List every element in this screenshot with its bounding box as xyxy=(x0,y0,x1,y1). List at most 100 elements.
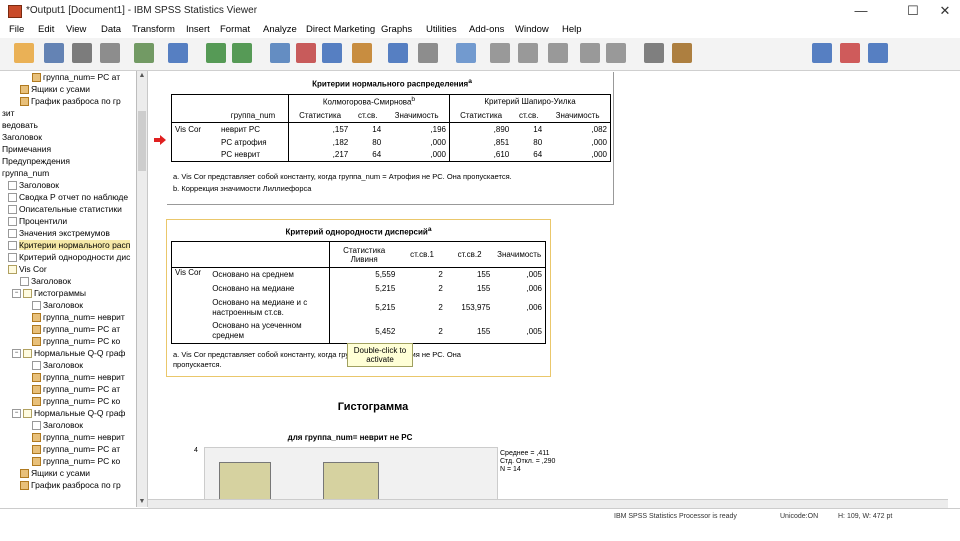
show-all-icon[interactable] xyxy=(388,43,408,63)
tree-item[interactable]: Заголовок xyxy=(20,275,71,287)
menu-5[interactable]: Insert xyxy=(186,24,210,35)
expand-icon[interactable] xyxy=(580,43,600,63)
tree-item[interactable]: Примечания xyxy=(2,143,51,155)
stop-icon[interactable] xyxy=(490,43,510,63)
menu-12[interactable]: Window xyxy=(515,24,549,35)
histogram-chart[interactable]: для группа_num= неврит не PC 4 Среднее =… xyxy=(194,433,650,507)
redo-icon[interactable] xyxy=(232,43,252,63)
show-icon[interactable] xyxy=(644,43,664,63)
outline-pane[interactable]: группа_num= PC ат Ящики с усами График раз… xyxy=(0,71,137,507)
scroll-up-icon[interactable]: ▲ xyxy=(137,71,147,81)
table-cell: 80 xyxy=(372,137,382,147)
tree-item[interactable]: группа_num= PC ат xyxy=(32,443,120,455)
menu-6[interactable]: Format xyxy=(220,24,250,35)
outline-scrollbar[interactable]: ▲ ▼ xyxy=(137,71,148,507)
minimize-button[interactable]: — xyxy=(844,2,878,20)
tree-item[interactable]: группа_num= PC ко xyxy=(32,335,120,347)
tree-item[interactable]: Предупреждения xyxy=(2,155,70,167)
tree-item[interactable]: Сводка Р отчет по наблюде xyxy=(8,191,128,203)
tree-item[interactable]: Процентили xyxy=(8,215,67,227)
print-icon[interactable] xyxy=(72,43,92,63)
chart-icon[interactable] xyxy=(456,43,476,63)
menu-9[interactable]: Graphs xyxy=(381,24,412,35)
basis-label: Основано на медиане xyxy=(209,281,331,296)
tree-item[interactable]: Заголовок xyxy=(32,419,83,431)
maximize-button[interactable]: ☐ xyxy=(896,2,930,20)
collapse-icon[interactable]: − xyxy=(12,349,21,359)
histogram-stat: Стд. Откл. = ,290 xyxy=(500,458,556,465)
tree-item[interactable]: Заголовок xyxy=(8,179,59,191)
tree-item[interactable]: Описательные статистики xyxy=(8,203,122,215)
collapse-icon[interactable] xyxy=(606,43,626,63)
tree-item[interactable]: Vis Cor xyxy=(8,263,47,275)
variable-label: Vis Cor xyxy=(175,268,202,277)
spell-icon[interactable] xyxy=(418,43,438,63)
normality-footnote-b: b. Коррекция значимости Лиллиефорса xyxy=(173,184,312,193)
insert-heading-icon[interactable] xyxy=(812,43,832,63)
tree-item[interactable]: группа_num= PC ат xyxy=(32,383,120,395)
close-button[interactable]: ✕ xyxy=(928,2,960,20)
tree-item[interactable]: − Нормальные Q-Q граф xyxy=(12,407,125,419)
menu-1[interactable]: Edit xyxy=(38,24,54,35)
tree-item[interactable]: Ящики с усами xyxy=(20,83,90,95)
tree-item[interactable]: ведовать xyxy=(2,119,38,131)
menu-0[interactable]: File xyxy=(9,24,24,35)
back-icon[interactable] xyxy=(518,43,538,63)
scroll-thumb[interactable] xyxy=(138,111,146,171)
export-icon[interactable] xyxy=(134,43,154,63)
note-icon xyxy=(20,277,29,287)
goto-case-icon[interactable] xyxy=(270,43,290,63)
insert-title-icon[interactable] xyxy=(840,43,860,63)
menu-8[interactable]: Direct Marketing xyxy=(306,24,375,35)
table-cell: 5,215 xyxy=(375,303,396,312)
print-preview-icon[interactable] xyxy=(100,43,120,63)
tree-item[interactable]: − Гистограммы xyxy=(12,287,86,299)
hide-icon[interactable] xyxy=(672,43,692,63)
menu-3[interactable]: Data xyxy=(101,24,121,35)
tree-item[interactable]: Заголовок xyxy=(32,359,83,371)
normality-test-table[interactable]: Критерии нормального распределенияa Колм… xyxy=(166,71,618,206)
table-cell: ,082 xyxy=(591,124,607,134)
variables-icon[interactable] xyxy=(322,43,342,63)
menu-11[interactable]: Add-ons xyxy=(469,24,504,35)
tree-item[interactable]: Ящики с усами xyxy=(20,467,90,479)
menu-7[interactable]: Analyze xyxy=(263,24,297,35)
collapse-icon[interactable]: − xyxy=(12,289,21,299)
tree-item[interactable]: − Нормальные Q-Q граф xyxy=(12,347,125,359)
tree-item[interactable]: Критерии нормального расп xyxy=(8,239,131,251)
open-icon[interactable] xyxy=(14,43,34,63)
scroll-down-icon[interactable]: ▼ xyxy=(137,497,147,507)
tree-item[interactable]: группа_num= PC ко xyxy=(32,455,120,467)
tree-item[interactable]: группа_num= неврит xyxy=(32,311,125,323)
tree-item[interactable]: Заголовок xyxy=(32,299,83,311)
use-sets-icon[interactable] xyxy=(352,43,372,63)
content-horizontal-scrollbar[interactable] xyxy=(148,499,948,508)
tree-item[interactable]: группа_num= неврит xyxy=(32,371,125,383)
save-icon[interactable] xyxy=(44,43,64,63)
tree-item[interactable]: группа_num= PC ат xyxy=(32,71,120,83)
menu-2[interactable]: View xyxy=(66,24,86,35)
menu-4[interactable]: Transform xyxy=(132,24,175,35)
tree-item[interactable]: зит xyxy=(2,107,15,119)
variable-label xyxy=(172,149,219,162)
collapse-icon[interactable]: − xyxy=(12,409,21,419)
tree-item[interactable]: Критерий однородности дис xyxy=(8,251,130,263)
undo-icon[interactable] xyxy=(206,43,226,63)
forward-icon[interactable] xyxy=(548,43,568,63)
tree-item[interactable]: График разброса по гр xyxy=(20,479,121,491)
output-content-pane[interactable]: Критерии нормального распределенияa Колм… xyxy=(148,71,960,507)
tree-item[interactable]: группа_num= PC ат xyxy=(32,323,120,335)
goto-data-icon[interactable] xyxy=(168,43,188,63)
menu-10[interactable]: Utilities xyxy=(426,24,457,35)
goto-variable-icon[interactable] xyxy=(296,43,316,63)
tree-item[interactable]: группа_num xyxy=(2,167,49,179)
note-icon xyxy=(8,205,17,215)
tree-item[interactable]: группа_num= неврит xyxy=(32,431,125,443)
tree-item[interactable]: группа_num= PC ко xyxy=(32,395,120,407)
menu-13[interactable]: Help xyxy=(562,24,582,35)
tree-item[interactable]: Заголовок xyxy=(2,131,42,143)
insert-text-icon[interactable] xyxy=(868,43,888,63)
tree-item[interactable]: График разброса по гр xyxy=(20,95,121,107)
table-cell: ,851 xyxy=(493,137,510,147)
tree-item[interactable]: Значения экстремумов xyxy=(8,227,110,239)
